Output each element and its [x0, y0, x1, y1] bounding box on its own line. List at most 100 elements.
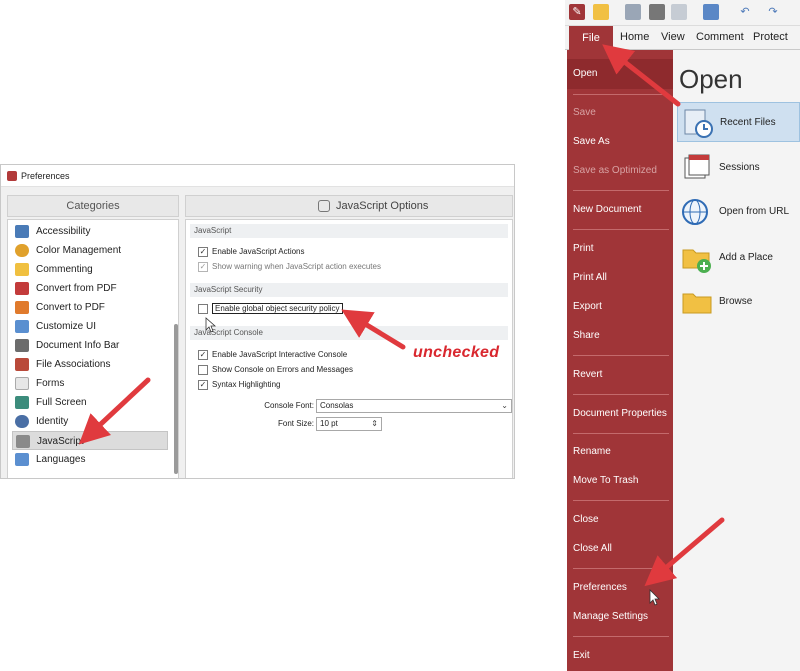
console-font-label: Console Font:: [264, 401, 314, 410]
save-disk-icon[interactable]: [625, 4, 641, 20]
scanner-icon[interactable]: [703, 4, 719, 20]
checkbox-box[interactable]: [198, 262, 208, 272]
menu-separator: [573, 500, 669, 501]
category-label: Identity: [36, 416, 69, 427]
menu-close-all[interactable]: Close All: [573, 543, 612, 554]
menu-revert[interactable]: Revert: [573, 369, 602, 380]
category-customize-ui[interactable]: Customize UI: [12, 317, 168, 336]
open-item-label: Open from URL: [719, 206, 790, 217]
syntax-highlighting-checkbox[interactable]: Syntax Highlighting: [198, 379, 280, 393]
menu-separator: [573, 568, 669, 569]
screenshot-collage: Preferences Categories Accessibility Col…: [0, 0, 800, 671]
category-commenting[interactable]: Commenting: [12, 260, 168, 279]
tab-comment[interactable]: Comment: [696, 31, 744, 43]
redo-icon[interactable]: ↷: [765, 4, 781, 20]
open-recent-files[interactable]: Recent Files: [677, 102, 800, 142]
show-warning-checkbox[interactable]: Show warning when JavaScript action exec…: [198, 261, 381, 275]
category-label: Full Screen: [36, 397, 87, 408]
open-pane: Open Recent Files Sessions Open from URL: [673, 50, 800, 671]
show-console-on-errors-checkbox[interactable]: Show Console on Errors and Messages: [198, 364, 353, 378]
tab-protect[interactable]: Protect: [753, 31, 788, 43]
menu-manage-settings[interactable]: Manage Settings: [573, 611, 648, 622]
checkbox-label: Enable global object security policy: [212, 303, 343, 314]
checkbox-box[interactable]: [198, 380, 208, 390]
tab-view[interactable]: View: [661, 31, 685, 43]
menu-preferences[interactable]: Preferences: [573, 582, 627, 593]
category-javascript[interactable]: JavaScript: [12, 431, 168, 450]
print-icon[interactable]: [649, 4, 665, 20]
sessions-icon: [681, 152, 713, 184]
enable-javascript-actions-checkbox[interactable]: Enable JavaScript Actions: [198, 246, 305, 260]
dialog-title: Preferences: [21, 171, 70, 181]
javascript-options-icon: [318, 200, 330, 212]
accessibility-icon: [15, 225, 29, 238]
menu-exit[interactable]: Exit: [573, 650, 590, 661]
color-wheel-icon: [15, 244, 29, 257]
category-full-screen[interactable]: Full Screen: [12, 393, 168, 412]
checkbox-label: Show warning when JavaScript action exec…: [212, 262, 381, 271]
section-javascript-security: JavaScript Security: [190, 283, 508, 297]
ribbon-tabs: File Home View Comment Protect: [565, 26, 800, 50]
category-languages[interactable]: Languages: [12, 450, 168, 469]
categories-header: Categories: [7, 195, 179, 217]
open-from-url[interactable]: Open from URL: [677, 192, 800, 232]
menu-rename[interactable]: Rename: [573, 446, 611, 457]
category-forms[interactable]: Forms: [12, 374, 168, 393]
menu-print[interactable]: Print: [573, 243, 594, 254]
menu-print-all[interactable]: Print All: [573, 272, 607, 283]
menu-share[interactable]: Share: [573, 330, 600, 341]
menu-save-as-optimized[interactable]: Save as Optimized: [573, 165, 657, 176]
menu-document-properties[interactable]: Document Properties: [573, 408, 667, 419]
open-browse[interactable]: Browse: [677, 282, 800, 322]
category-identity[interactable]: Identity: [12, 412, 168, 431]
menu-new-document[interactable]: New Document: [573, 204, 641, 215]
open-folder-icon[interactable]: [593, 4, 609, 20]
global-object-security-checkbox[interactable]: Enable global object security policy: [198, 303, 343, 317]
open-title: Open: [679, 64, 743, 94]
tab-file[interactable]: File: [569, 26, 613, 50]
menu-open[interactable]: Open: [567, 59, 673, 89]
category-convert-from-pdf[interactable]: Convert from PDF: [12, 279, 168, 298]
checkbox-box[interactable]: [198, 304, 208, 314]
javascript-icon: [16, 435, 30, 448]
section-javascript: JavaScript: [190, 224, 508, 238]
category-label: Color Management: [36, 245, 122, 256]
category-label: File Associations: [36, 359, 111, 370]
checkbox-label: Enable JavaScript Interactive Console: [212, 350, 348, 359]
unchecked-annotation: unchecked: [413, 344, 500, 361]
menu-close[interactable]: Close: [573, 514, 599, 525]
tab-home[interactable]: Home: [620, 31, 649, 43]
menu-save[interactable]: Save: [573, 107, 596, 118]
categories-list[interactable]: Accessibility Color Management Commentin…: [7, 219, 179, 478]
menu-export[interactable]: Export: [573, 301, 602, 312]
menu-move-to-trash[interactable]: Move To Trash: [573, 475, 638, 486]
category-label: Customize UI: [36, 321, 97, 332]
email-icon[interactable]: [671, 4, 687, 20]
checkbox-box[interactable]: [198, 247, 208, 257]
open-item-label: Browse: [719, 296, 753, 307]
pdf-convert-icon: [15, 282, 29, 295]
full-screen-icon: [15, 396, 29, 409]
chevron-down-icon: ⌄: [501, 401, 508, 410]
category-file-associations[interactable]: File Associations: [12, 355, 168, 374]
checkbox-box[interactable]: [198, 350, 208, 360]
file-menu: Open Save Save As Save as Optimized New …: [567, 50, 673, 671]
app-logo-icon[interactable]: ✎: [569, 4, 585, 20]
convert-puzzle-icon: [15, 301, 29, 314]
category-color-management[interactable]: Color Management: [12, 241, 168, 260]
font-size-spinner[interactable]: 10 pt ⇕: [316, 417, 382, 431]
checkbox-box[interactable]: [198, 365, 208, 375]
open-add-a-place[interactable]: Add a Place: [677, 238, 800, 278]
font-size-label: Font Size:: [277, 419, 314, 428]
console-font-select[interactable]: Consolas ⌄: [316, 399, 512, 413]
undo-icon[interactable]: ↶: [737, 4, 753, 20]
category-accessibility[interactable]: Accessibility: [12, 222, 168, 241]
spinner-arrows-icon[interactable]: ⇕: [371, 418, 378, 430]
section-javascript-console: JavaScript Console: [190, 326, 508, 340]
category-document-info-bar[interactable]: Document Info Bar: [12, 336, 168, 355]
categories-scrollbar[interactable]: [174, 324, 178, 474]
category-convert-to-pdf[interactable]: Convert to PDF: [12, 298, 168, 317]
open-sessions[interactable]: Sessions: [677, 148, 800, 188]
enable-interactive-console-checkbox[interactable]: Enable JavaScript Interactive Console: [198, 349, 347, 363]
menu-save-as[interactable]: Save As: [573, 136, 610, 147]
